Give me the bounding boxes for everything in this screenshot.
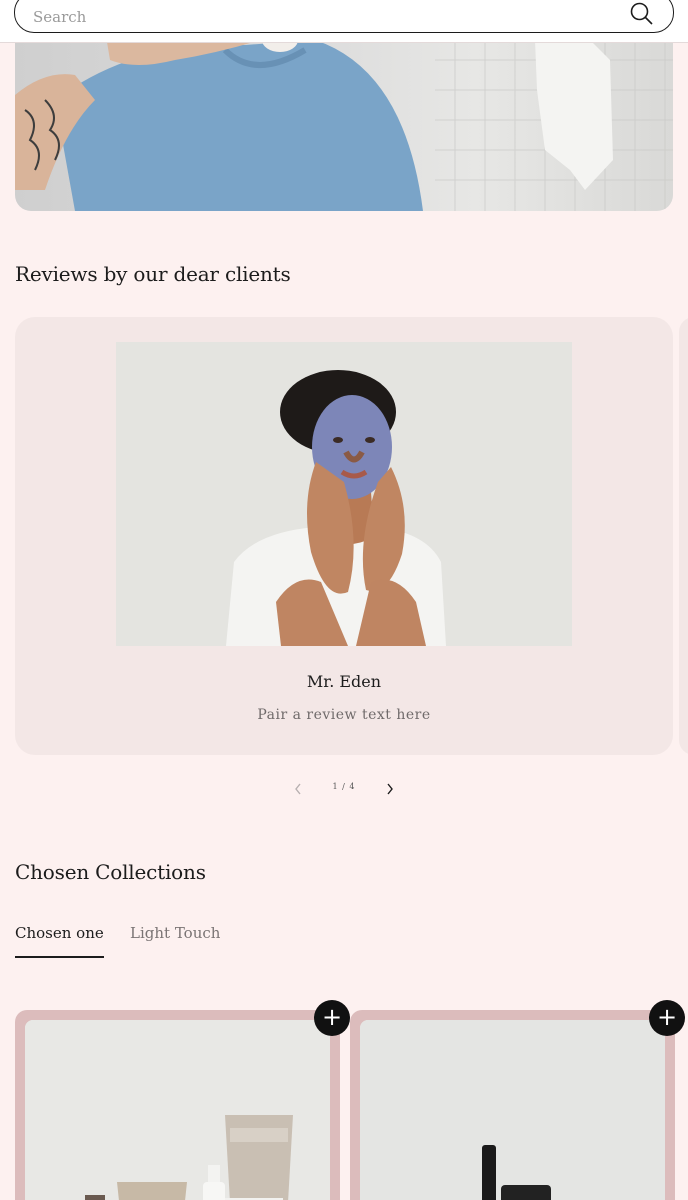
site-header (0, 0, 688, 43)
reviewer-photo (116, 342, 572, 646)
reviewer-name: Mr. Eden (306, 672, 382, 691)
reviews-title: Reviews by our dear clients (15, 262, 291, 286)
product-card[interactable]: + (15, 1000, 350, 1200)
collections-title: Chosen Collections (15, 860, 206, 884)
slider-counter: 1 / 4 (332, 782, 356, 791)
search-input[interactable] (33, 5, 593, 29)
tab-chosen-one[interactable]: Chosen one (15, 924, 104, 958)
search-bar (14, 0, 674, 33)
plus-icon: + (321, 1003, 343, 1031)
chevron-right-icon[interactable] (380, 778, 400, 798)
review-slider-controls: 1 / 4 (0, 776, 688, 798)
add-to-cart-button[interactable]: + (649, 1000, 685, 1036)
tab-light-touch[interactable]: Light Touch (130, 924, 220, 956)
review-card: Mr. Eden Pair a review text here (15, 317, 673, 755)
product-card[interactable]: + (350, 1000, 685, 1200)
collection-tabs: Chosen one Light Touch (15, 924, 415, 964)
add-to-cart-button[interactable]: + (314, 1000, 350, 1036)
product-image (360, 1020, 665, 1200)
chevron-left-icon[interactable] (288, 778, 308, 798)
plus-icon: + (656, 1003, 678, 1031)
review-text: Pair a review text here (257, 707, 431, 723)
search-icon[interactable] (629, 1, 655, 27)
next-review-card-peek (679, 317, 688, 755)
product-image (25, 1020, 330, 1200)
